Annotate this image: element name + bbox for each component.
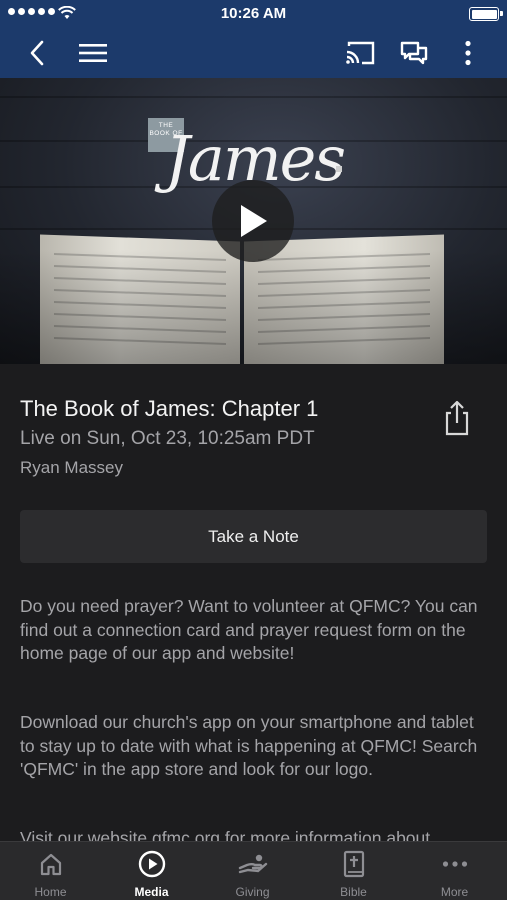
tab-label: Home (34, 885, 67, 899)
back-button[interactable] (20, 36, 54, 70)
chat-icon (400, 41, 428, 65)
tab-label: Giving (235, 885, 270, 899)
tab-home[interactable]: Home (0, 842, 101, 900)
media-title: The Book of James: Chapter 1 (20, 396, 319, 421)
media-detail-screen: 10:26 AM THE BOOK OF James The Book of J… (0, 0, 507, 900)
media-speaker: Ryan Massey (20, 458, 123, 477)
menu-button[interactable] (76, 36, 110, 70)
cast-icon (346, 41, 375, 65)
share-button[interactable] (441, 400, 473, 436)
home-icon (40, 853, 62, 876)
tab-label: Bible (340, 885, 367, 899)
chat-button[interactable] (397, 36, 431, 70)
navigation-bar (0, 28, 507, 78)
bottom-tab-bar: Home Media Giving Bible More (0, 841, 507, 900)
take-note-button[interactable]: Take a Note (20, 510, 487, 563)
tab-media[interactable]: Media (101, 842, 202, 900)
play-button[interactable] (212, 180, 294, 262)
tab-label: More (440, 885, 469, 899)
back-icon (30, 40, 44, 66)
battery-icon (469, 7, 503, 21)
status-time: 10:26 AM (220, 5, 287, 22)
tab-bible[interactable]: Bible (303, 842, 404, 900)
tab-giving[interactable]: Giving (202, 842, 303, 900)
share-icon (445, 400, 469, 436)
bible-icon (343, 850, 365, 878)
description-paragraph: Visit our website qfmc.org for more info… (20, 828, 431, 841)
media-date: Live on Sun, Oct 23, 10:25am PDT (20, 428, 315, 449)
sermon-artwork: THE BOOK OF James (0, 78, 507, 364)
cast-button[interactable] (343, 36, 377, 70)
media-details: The Book of James: Chapter 1 Live on Sun… (0, 364, 507, 841)
play-circle-icon (138, 850, 166, 878)
giving-icon (238, 854, 268, 874)
menu-icon (79, 44, 107, 62)
more-vertical-icon (465, 40, 471, 66)
play-icon (241, 205, 267, 237)
status-bar: 10:26 AM (0, 0, 507, 28)
description-paragraph: Do you need prayer? Want to volunteer at… (20, 596, 478, 663)
more-options-button[interactable] (451, 36, 485, 70)
tab-label: Media (134, 885, 169, 899)
description-paragraph: Download our church's app on your smartp… (20, 712, 478, 779)
more-horizontal-icon (442, 861, 468, 867)
tab-more[interactable]: More (404, 842, 505, 900)
